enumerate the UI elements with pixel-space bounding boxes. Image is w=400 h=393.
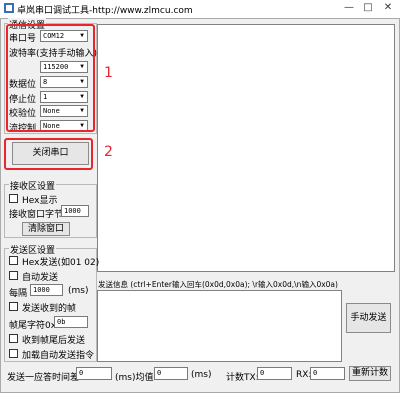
reset-count-button[interactable]: 重新计数 xyxy=(349,366,391,381)
hex-send-checkbox[interactable] xyxy=(9,256,18,265)
send-textarea[interactable] xyxy=(97,290,342,362)
window-title: 卓岚串口调试工具-http://www.zlmcu.com xyxy=(17,6,193,16)
receive-textarea[interactable] xyxy=(97,24,395,272)
auto-send-label: 自动发送 xyxy=(22,273,59,283)
send-on-frame-label: 发送收到的帧 xyxy=(22,304,77,314)
tx-label: 计数TX: xyxy=(226,373,259,383)
auto-send-checkbox[interactable] xyxy=(9,271,18,280)
hex-send-label: Hex发送(如01 02) xyxy=(22,258,100,268)
annotation-box-2 xyxy=(4,138,93,170)
recv-tail-send-checkbox[interactable] xyxy=(9,334,18,343)
interval-prefix: 每隔 xyxy=(9,289,28,299)
annotation-label-1: 1 xyxy=(104,65,113,81)
annotation-box-1 xyxy=(6,24,95,132)
avg-unit: (ms) xyxy=(191,370,212,380)
append-auto-label: 加载自动发送指令 xyxy=(22,351,95,361)
frame-tail-input[interactable]: 0b xyxy=(54,316,88,328)
interval-input[interactable]: 1000 xyxy=(30,284,63,296)
tx-count: 0 xyxy=(257,367,292,380)
manual-send-button[interactable]: 手动发送 xyxy=(346,303,391,333)
append-auto-checkbox[interactable] xyxy=(9,349,18,358)
window-bytes-label: 接收窗口字节 xyxy=(9,210,64,220)
clear-window-button[interactable]: 清除窗口 xyxy=(22,222,70,236)
rx-count: 0 xyxy=(310,367,345,380)
hex-display-checkbox[interactable] xyxy=(9,194,18,203)
minimize-icon[interactable]: — xyxy=(340,1,358,15)
annotation-label-2: 2 xyxy=(104,144,113,160)
app-icon xyxy=(4,3,14,13)
elapsed-value: 0 xyxy=(76,367,112,380)
avg-value: 0 xyxy=(154,367,188,380)
window-bytes-input[interactable]: 1000 xyxy=(61,205,89,217)
hex-display-label: Hex显示 xyxy=(22,196,58,206)
interval-unit: (ms) xyxy=(68,286,89,296)
receive-settings-legend: 接收区设置 xyxy=(9,179,57,192)
maximize-icon[interactable]: □ xyxy=(359,1,377,15)
send-info-label: 发送信息 (ctrl+Enter输入回车(0x0d,0x0a); \r输入0x0… xyxy=(98,280,338,289)
close-icon[interactable]: ✕ xyxy=(379,1,397,15)
send-on-frame-checkbox[interactable] xyxy=(9,302,18,311)
frame-tail-label: 帧尾字符0x xyxy=(9,321,57,331)
elapsed-label: 发送一应答时间差 xyxy=(7,373,80,383)
recv-tail-send-label: 收到帧尾后发送 xyxy=(22,336,86,346)
elapsed-unit: (ms)均值 xyxy=(115,373,154,383)
